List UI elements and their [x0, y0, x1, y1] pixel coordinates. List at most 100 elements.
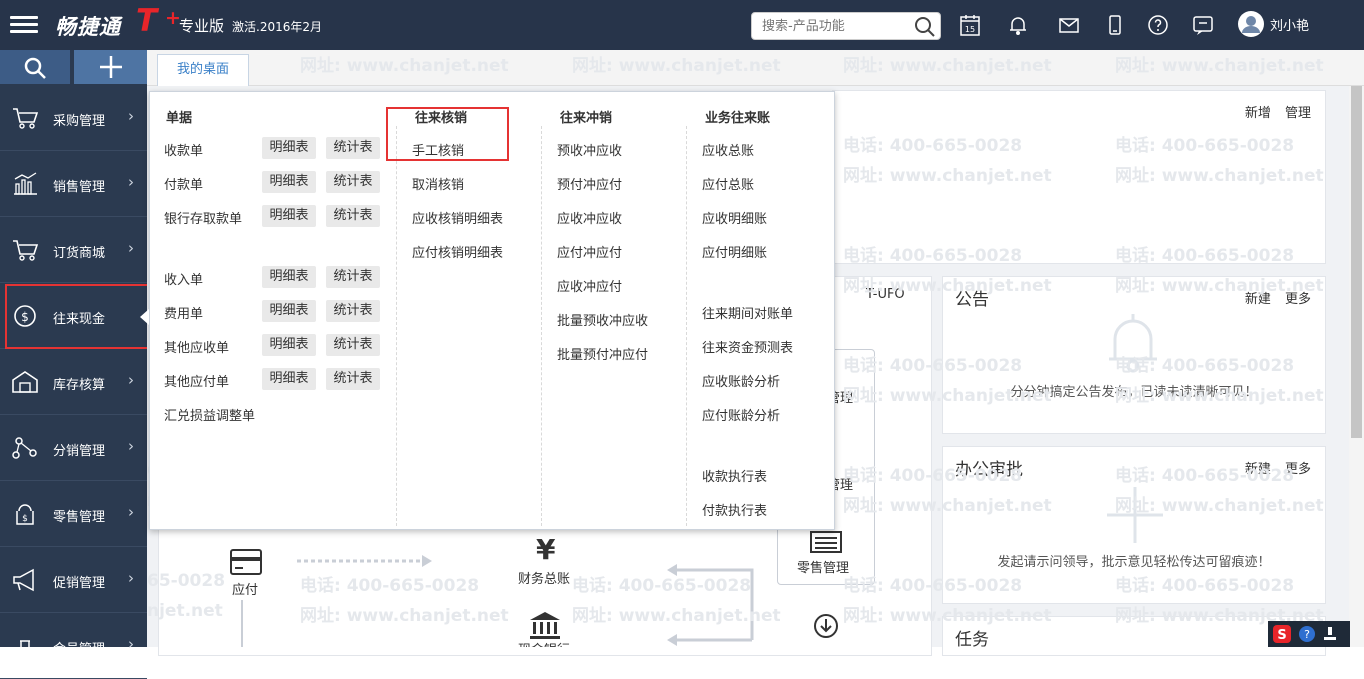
chevron-right-icon: ›: [128, 569, 134, 587]
offset-link[interactable]: 应收冲应收: [557, 208, 622, 227]
panel-links: 新增 管理: [1235, 102, 1311, 121]
mail-icon[interactable]: [1057, 13, 1081, 37]
tab-my-desktop[interactable]: 我的桌面: [157, 54, 249, 86]
sidebar-item-inventory[interactable]: 库存核算 ›: [0, 349, 147, 415]
detail-button[interactable]: 明细表: [262, 171, 316, 193]
top-bar: 畅捷通 T + 专业版 激活.2016年2月 15 刘小艳: [0, 0, 1364, 50]
highlight-box-manual-writeoff: [386, 107, 509, 161]
sidebar-item-order-mall[interactable]: 订货商城 ›: [0, 217, 147, 283]
avatar[interactable]: [1238, 11, 1264, 37]
detail-button[interactable]: 明细表: [262, 368, 316, 390]
ledger-link[interactable]: 往来资金预测表: [702, 337, 793, 356]
expense-link[interactable]: 费用单: [164, 303, 203, 322]
offset-link[interactable]: 预付冲应付: [557, 174, 622, 193]
detail-button[interactable]: 明细表: [262, 137, 316, 159]
plus-icon: [100, 56, 122, 78]
payment-link[interactable]: 付款单: [164, 174, 203, 193]
stats-button[interactable]: 统计表: [326, 266, 380, 288]
ledger-link[interactable]: 应收总账: [702, 140, 754, 159]
sidebar-item-promotion[interactable]: 促销管理 ›: [0, 547, 147, 613]
chat-icon[interactable]: [1191, 13, 1215, 37]
sidebar-add-button[interactable]: [74, 50, 147, 84]
sidebar-item-label: 会员管理: [53, 642, 106, 657]
tray-menu-icon[interactable]: [1322, 626, 1338, 642]
more-link[interactable]: 更多: [1285, 462, 1311, 477]
ap-writeoff-detail-link[interactable]: 应付核销明细表: [412, 242, 503, 261]
search-icon: [24, 57, 46, 79]
sidebar-item-sales[interactable]: 销售管理 ›: [0, 151, 147, 217]
search-input[interactable]: [752, 13, 907, 39]
stats-button[interactable]: 统计表: [326, 205, 380, 227]
announcement-panel: 公告 新建 更多 分分钟搞定公告发布，已读未读清晰可见！: [942, 276, 1326, 434]
store-icon: $: [16, 504, 34, 525]
other-receivable-link[interactable]: 其他应收单: [164, 337, 229, 356]
calendar-icon[interactable]: 15: [958, 13, 982, 37]
search-box: [751, 12, 941, 40]
search-icon[interactable]: [914, 16, 936, 38]
cancel-writeoff-link[interactable]: 取消核销: [412, 174, 464, 193]
stats-button[interactable]: 统计表: [326, 334, 380, 356]
logo-t: T: [136, 3, 158, 39]
tray-s-icon[interactable]: S: [1272, 624, 1292, 644]
add-link[interactable]: 新增: [1245, 106, 1271, 121]
chevron-right-icon: ›: [128, 371, 134, 389]
ar-writeoff-detail-link[interactable]: 应收核销明细表: [412, 208, 503, 227]
ledger-link[interactable]: 应收明细账: [702, 208, 767, 227]
sidebar-item-distribution[interactable]: 分销管理 ›: [0, 415, 147, 481]
chevron-right-icon: ›: [128, 503, 134, 521]
ledger-link[interactable]: 收款执行表: [702, 466, 767, 485]
phone-icon[interactable]: [1103, 13, 1127, 37]
new-link[interactable]: 新建: [1245, 292, 1271, 307]
ledger-link[interactable]: 付款执行表: [702, 500, 767, 519]
svg-text:?: ?: [1304, 628, 1310, 641]
detail-button[interactable]: 明细表: [262, 205, 316, 227]
stats-button[interactable]: 统计表: [326, 300, 380, 322]
megaphone-icon: [13, 568, 34, 592]
receipt-link[interactable]: 收款单: [164, 140, 203, 159]
sidebar-item-label: 分销管理: [53, 444, 106, 459]
column-divider: [396, 126, 397, 526]
network-icon: [12, 437, 37, 459]
ledger-link[interactable]: 应付账龄分析: [702, 405, 780, 424]
activation-label: 激活.2016年2月: [232, 20, 322, 34]
exchange-adjust-link[interactable]: 汇兑损益调整单: [164, 405, 255, 424]
offset-link[interactable]: 批量预收冲应收: [557, 310, 648, 329]
retail-management-label[interactable]: 零售管理: [797, 557, 849, 576]
detail-button[interactable]: 明细表: [262, 300, 316, 322]
scrollbar-thumb[interactable]: [1351, 86, 1362, 438]
offset-link[interactable]: 应付冲应付: [557, 242, 622, 261]
ledger-link[interactable]: 应付明细账: [702, 242, 767, 261]
manage-link[interactable]: 管理: [1285, 106, 1311, 121]
flow-arrows: [241, 555, 754, 647]
download-circle-icon: [814, 614, 838, 638]
col-header-offset: 往来冲销: [560, 111, 613, 126]
detail-button[interactable]: 明细表: [262, 266, 316, 288]
stats-button[interactable]: 统计表: [326, 137, 380, 159]
stats-button[interactable]: 统计表: [326, 368, 380, 390]
stats-button[interactable]: 统计表: [326, 171, 380, 193]
tufo-label[interactable]: T-UFO: [866, 287, 905, 302]
sidebar-item-member[interactable]: 会员管理 ›: [0, 613, 147, 679]
ledger-link[interactable]: 应付总账: [702, 174, 754, 193]
help-icon[interactable]: [1146, 13, 1170, 37]
offset-link[interactable]: 应收冲应付: [557, 276, 622, 295]
detail-button[interactable]: 明细表: [262, 334, 316, 356]
bank-deposit-link[interactable]: 银行存取款单: [164, 208, 242, 227]
username[interactable]: 刘小艳: [1270, 15, 1309, 34]
other-payable-link[interactable]: 其他应付单: [164, 371, 229, 390]
ledger-link[interactable]: 往来期间对账单: [702, 303, 793, 322]
ledger-link[interactable]: 应收账龄分析: [702, 371, 780, 390]
sidebar-item-retail[interactable]: $ 零售管理 ›: [0, 481, 147, 547]
sidebar-search-button[interactable]: [0, 50, 70, 84]
svg-text:$: $: [22, 514, 28, 524]
bell-icon[interactable]: [1006, 13, 1030, 37]
income-link[interactable]: 收入单: [164, 269, 203, 288]
menu-icon[interactable]: [10, 16, 38, 34]
more-link[interactable]: 更多: [1285, 292, 1311, 307]
offset-link[interactable]: 预收冲应收: [557, 140, 622, 159]
panel-links: 新建 更多: [1235, 458, 1311, 477]
help-icon[interactable]: ?: [1298, 625, 1316, 643]
offset-link[interactable]: 批量预付冲应付: [557, 344, 648, 363]
new-link[interactable]: 新建: [1245, 462, 1271, 477]
sidebar-item-purchase[interactable]: 采购管理 ›: [0, 85, 147, 151]
